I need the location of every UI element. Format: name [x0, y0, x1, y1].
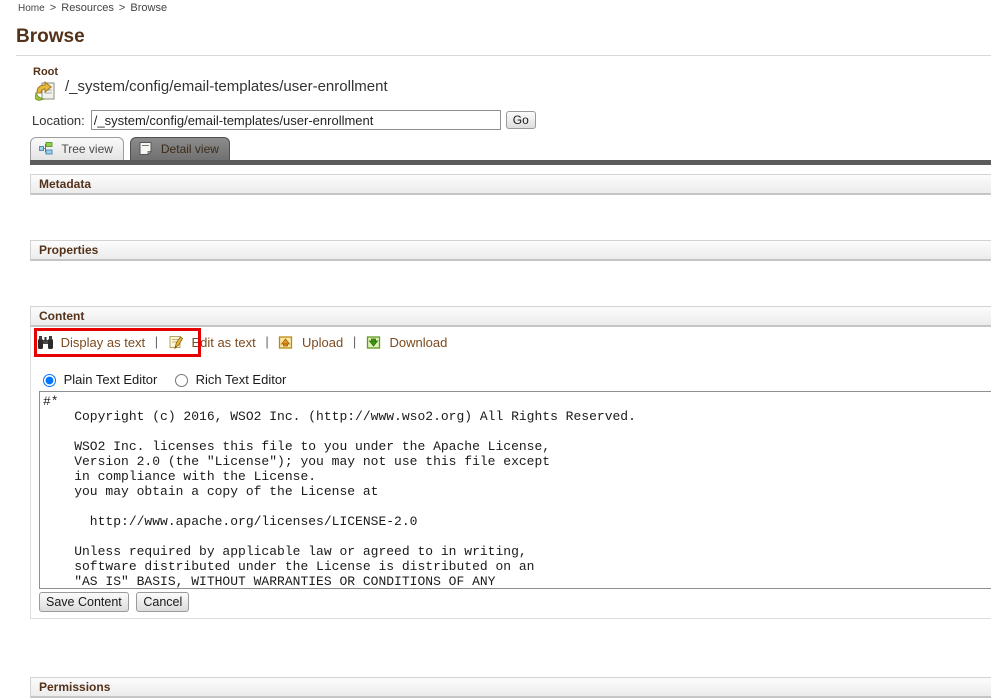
- tab-tree-view-label: Tree view: [61, 141, 113, 156]
- edit-as-text-link[interactable]: Edit as text: [191, 335, 255, 350]
- section-properties-header[interactable]: Properties: [30, 240, 991, 261]
- section-properties: Properties: [30, 240, 991, 261]
- tab-detail-view-label: Detail view: [160, 141, 219, 156]
- upload-arrow-icon: [278, 335, 295, 350]
- title-divider: [16, 55, 991, 56]
- section-metadata: Metadata: [30, 174, 991, 195]
- binoculars-icon: [37, 335, 54, 350]
- browse-page: Home > Resources > Browse Browse Root /_…: [0, 0, 991, 698]
- plain-text-editor-label: Plain Text Editor: [63, 372, 158, 388]
- rich-text-editor-label: Rich Text Editor: [195, 372, 287, 388]
- folder-up-icon[interactable]: [34, 80, 57, 101]
- download-arrow-icon: [366, 335, 383, 350]
- plain-text-editor-radio[interactable]: [43, 374, 56, 388]
- tab-tree-view[interactable]: Tree view: [30, 137, 124, 161]
- upload-item[interactable]: Upload: [278, 334, 343, 350]
- breadcrumb-separator: >: [49, 2, 57, 14]
- content-action-buttons: Save Content Cancel: [31, 589, 991, 618]
- download-link[interactable]: Download: [389, 335, 447, 350]
- breadcrumb-browse[interactable]: Browse: [130, 2, 167, 14]
- save-content-button[interactable]: Save Content: [39, 592, 129, 613]
- rich-text-editor-option[interactable]: Rich Text Editor: [174, 372, 287, 388]
- breadcrumb-separator: >: [118, 2, 126, 14]
- download-item[interactable]: Download: [366, 334, 447, 350]
- content-toolbar: Display as text | Edit as text | Upload …: [31, 327, 991, 367]
- detail-view-icon: [139, 142, 153, 156]
- section-content: Content Display as text | Edit as text |…: [30, 306, 991, 620]
- location-input[interactable]: [90, 110, 501, 130]
- pencil-note-icon: [168, 335, 185, 350]
- breadcrumb-resources[interactable]: Resources: [61, 2, 114, 14]
- editor-mode-group: Plain Text Editor Rich Text Editor: [31, 367, 991, 390]
- page-title: Browse: [16, 26, 85, 47]
- breadcrumb: Home > Resources > Browse: [18, 2, 167, 14]
- breadcrumb-home[interactable]: Home: [18, 3, 45, 14]
- display-as-text-link[interactable]: Display as text: [61, 335, 146, 350]
- cancel-button[interactable]: Cancel: [136, 592, 190, 613]
- rich-text-editor-radio[interactable]: [174, 374, 188, 388]
- edit-as-text-item[interactable]: Edit as text: [168, 334, 256, 350]
- toolbar-separator: |: [265, 334, 269, 350]
- section-metadata-header[interactable]: Metadata: [30, 174, 991, 195]
- tab-detail-view[interactable]: Detail view: [129, 137, 230, 161]
- location-row: Location: Go: [32, 110, 536, 130]
- tree-view-icon: [39, 142, 53, 155]
- section-permissions: Permissions: [30, 677, 991, 698]
- section-permissions-header[interactable]: Permissions: [30, 677, 991, 698]
- root-path: /_system/config/email-templates/user-enr…: [65, 78, 388, 95]
- toolbar-separator: |: [352, 334, 357, 350]
- go-button[interactable]: Go: [505, 111, 536, 129]
- root-label: Root: [33, 66, 59, 78]
- section-content-body: Display as text | Edit as text | Upload …: [30, 327, 991, 620]
- location-label: Location:: [32, 112, 85, 128]
- tabs-underline: [30, 160, 991, 165]
- plain-text-editor-option[interactable]: Plain Text Editor: [43, 372, 161, 388]
- content-textarea[interactable]: #* Copyright (c) 2016, WSO2 Inc. (http:/…: [39, 391, 991, 590]
- toolbar-separator: |: [154, 334, 159, 350]
- upload-link[interactable]: Upload: [302, 335, 343, 350]
- view-tabs: Tree view Detail view: [30, 137, 230, 161]
- section-content-header[interactable]: Content: [30, 306, 991, 327]
- display-as-text-item[interactable]: Display as text: [37, 334, 145, 350]
